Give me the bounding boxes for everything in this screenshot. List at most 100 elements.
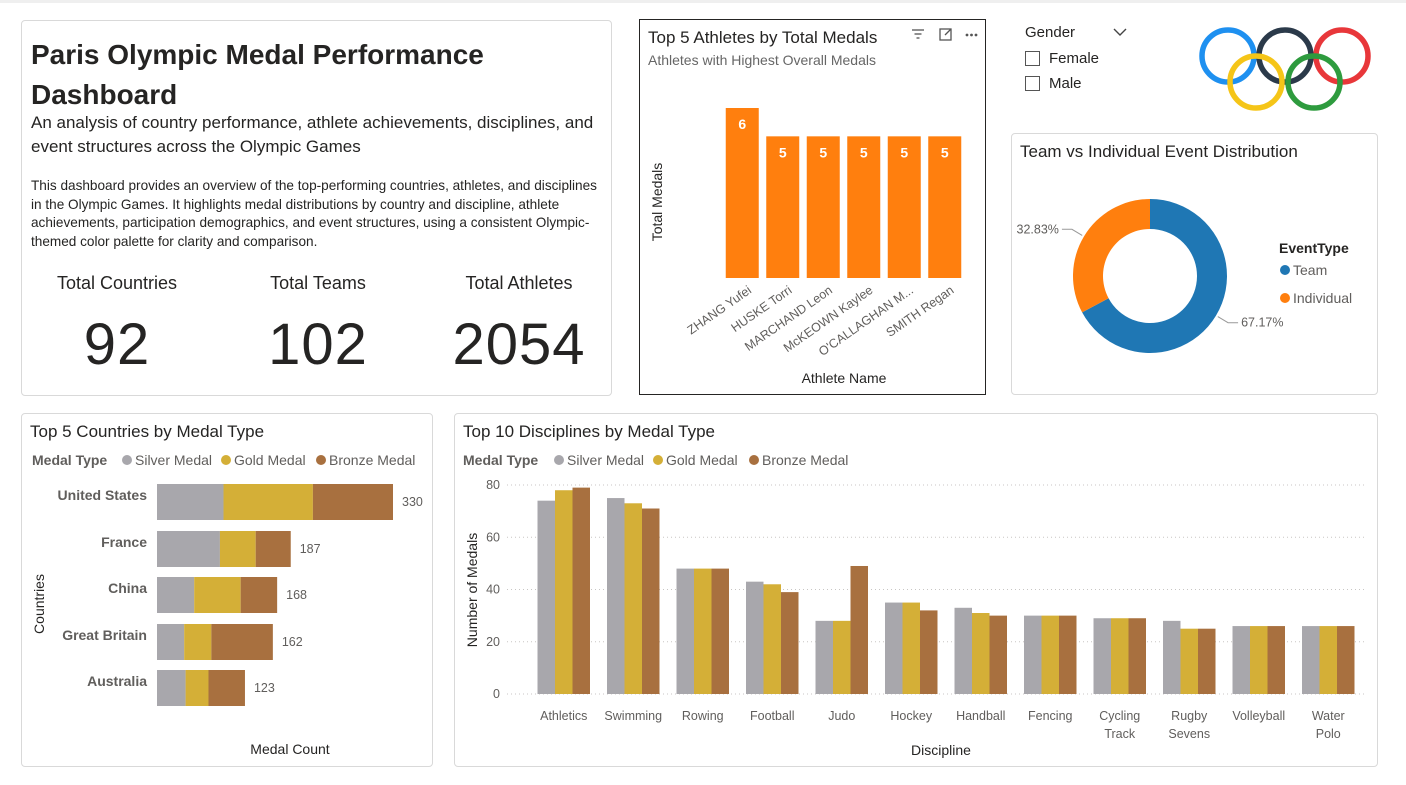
option-label: Female bbox=[1049, 50, 1100, 67]
x-tick-label: Hockey bbox=[890, 709, 932, 723]
x-tick-label: Swimming bbox=[604, 709, 662, 723]
bar-segment bbox=[185, 670, 209, 706]
legend-label: Gold Medal bbox=[234, 452, 306, 468]
x-tick-label: Rowing bbox=[682, 709, 724, 723]
x-tick-label: Water bbox=[1312, 709, 1345, 723]
bar-segment bbox=[157, 531, 220, 567]
y-axis-title: Total Medals bbox=[649, 163, 665, 242]
legend-marker bbox=[122, 455, 132, 465]
column-bar bbox=[1250, 626, 1268, 694]
disciplines-column-chart: Medal Type Silver Medal Gold Medal Bronze M… bbox=[463, 452, 1367, 758]
countries-chart-card[interactable]: Top 5 Countries by Medal Type Medal Type… bbox=[21, 413, 433, 767]
kpi-value: 102 bbox=[268, 312, 368, 377]
x-axis-title: Athlete Name bbox=[802, 370, 887, 386]
column-bar bbox=[1128, 618, 1146, 694]
disciplines-chart-card[interactable]: Top 10 Disciplines by Medal Type Medal T… bbox=[454, 413, 1378, 767]
y-tick-label: 20 bbox=[486, 635, 500, 649]
bar-segment bbox=[208, 670, 245, 706]
checkbox[interactable] bbox=[1025, 76, 1040, 91]
header-card: Paris Olympic Medal Performance Dashboar… bbox=[21, 20, 612, 396]
kpi-label: Total Countries bbox=[56, 273, 178, 293]
event-type-chart-card[interactable]: Team vs Individual Event Distribution 67… bbox=[1011, 133, 1378, 395]
column-bar bbox=[781, 592, 799, 694]
legend-marker bbox=[316, 455, 326, 465]
column-bar bbox=[989, 615, 1007, 694]
kpi-label: Total Teams bbox=[270, 273, 366, 293]
legend-marker bbox=[554, 455, 564, 465]
x-tick-label: Fencing bbox=[1028, 709, 1073, 723]
kpi-total-teams: Total Teams 102 bbox=[218, 273, 418, 378]
column-bar bbox=[815, 620, 833, 694]
x-axis-title: Discipline bbox=[911, 742, 971, 758]
legend-marker bbox=[749, 455, 759, 465]
column-bar bbox=[676, 568, 694, 694]
y-tick-label: 40 bbox=[486, 583, 500, 597]
bar-segment bbox=[157, 624, 185, 660]
x-tick-label: Rugby bbox=[1171, 709, 1208, 723]
leader-line bbox=[1061, 228, 1083, 236]
x-tick-label: Football bbox=[750, 709, 794, 723]
y-tick-label: 0 bbox=[493, 687, 500, 701]
slicer-title: Gender bbox=[1025, 24, 1076, 41]
data-label: 6 bbox=[738, 116, 746, 132]
column-bar bbox=[607, 498, 625, 694]
column-bar bbox=[1024, 615, 1042, 694]
bar-segment bbox=[184, 624, 212, 660]
column-bar bbox=[850, 565, 868, 694]
legend-label: Individual bbox=[1293, 290, 1352, 306]
kpi-value: 2054 bbox=[452, 312, 586, 377]
column-bar bbox=[624, 503, 642, 694]
donut-slice-individual bbox=[1073, 199, 1150, 313]
column-bar bbox=[711, 568, 729, 694]
legend-marker bbox=[221, 455, 231, 465]
column-bar bbox=[1041, 615, 1059, 694]
x-tick-label: Cycling bbox=[1099, 709, 1140, 723]
bar-segment bbox=[219, 531, 256, 567]
x-tick-label: Volleyball bbox=[1232, 709, 1285, 723]
legend-label: Silver Medal bbox=[135, 452, 212, 468]
bar-segment bbox=[240, 577, 278, 613]
option-label: Male bbox=[1049, 75, 1082, 92]
data-label: 168 bbox=[286, 588, 307, 602]
x-tick-label: Judo bbox=[828, 709, 855, 723]
column-bar bbox=[763, 584, 781, 694]
bar-segment bbox=[255, 531, 291, 567]
column-bar bbox=[1337, 626, 1355, 694]
data-label: 187 bbox=[300, 542, 321, 556]
y-tick-label: France bbox=[101, 534, 147, 550]
legend-title: Medal Type bbox=[463, 452, 538, 468]
athletes-chart-card[interactable]: Top 5 Athletes by Total Medals Athletes … bbox=[639, 19, 986, 395]
event-type-donut-chart: 67.17% 32.83% EventType Team Individual bbox=[1017, 199, 1352, 353]
y-tick-label: 60 bbox=[486, 530, 500, 544]
slicer-option-female[interactable]: Female bbox=[1025, 50, 1155, 67]
legend-marker bbox=[1280, 265, 1290, 275]
data-label: 32.83% bbox=[1017, 222, 1059, 236]
column-bar bbox=[1093, 618, 1111, 694]
column-bar bbox=[642, 508, 660, 694]
legend-label: Bronze Medal bbox=[329, 452, 415, 468]
legend-title: Medal Type bbox=[32, 452, 107, 468]
top-divider bbox=[0, 0, 1406, 3]
bar-segment bbox=[211, 624, 273, 660]
legend-label: Silver Medal bbox=[567, 452, 644, 468]
column-bar bbox=[885, 602, 903, 694]
page-subtitle: An analysis of country performance, athl… bbox=[31, 113, 594, 156]
legend-marker bbox=[653, 455, 663, 465]
leader-line bbox=[1217, 316, 1239, 324]
olympic-rings-logo bbox=[1199, 27, 1371, 111]
x-tick-label: Handball bbox=[956, 709, 1005, 723]
column-bar bbox=[1111, 618, 1129, 694]
column-bar bbox=[902, 602, 920, 694]
gender-slicer: Gender Female Male bbox=[1025, 24, 1155, 92]
slicer-option-male[interactable]: Male bbox=[1025, 75, 1155, 92]
legend-marker bbox=[1280, 293, 1290, 303]
data-label: 5 bbox=[779, 144, 787, 160]
checkbox[interactable] bbox=[1025, 51, 1040, 66]
chevron-down-icon[interactable] bbox=[1113, 24, 1127, 40]
x-axis-title: Medal Count bbox=[250, 741, 329, 757]
column-bar bbox=[920, 610, 938, 694]
olympic-rings-icon bbox=[1199, 27, 1371, 111]
bar-segment bbox=[157, 670, 186, 706]
data-label: 5 bbox=[819, 144, 827, 160]
data-label: 5 bbox=[860, 144, 868, 160]
